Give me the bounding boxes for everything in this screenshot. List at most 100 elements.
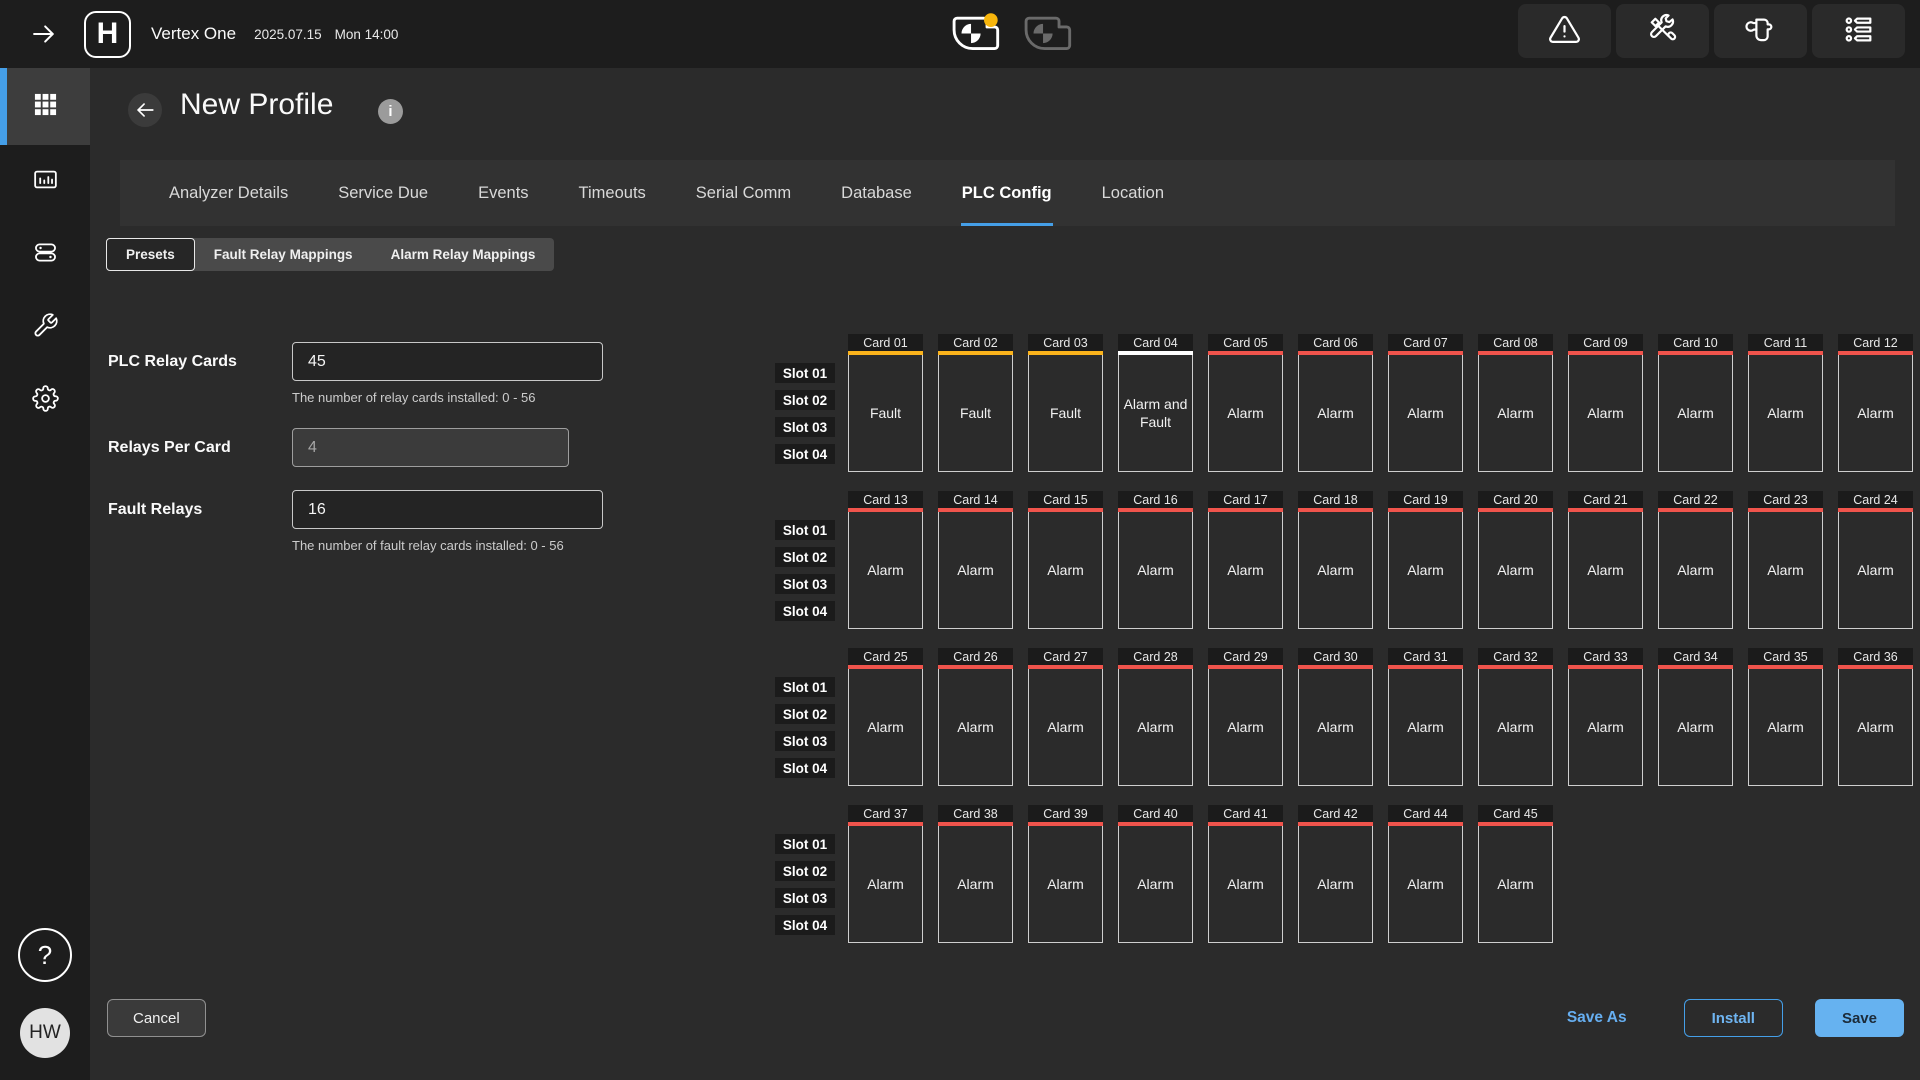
card-39[interactable]: Card 39Alarm [1028, 805, 1103, 943]
card-title: Card 18 [1298, 491, 1373, 508]
card-17[interactable]: Card 17Alarm [1208, 491, 1283, 629]
card-27[interactable]: Card 27Alarm [1028, 648, 1103, 786]
card-10[interactable]: Card 10Alarm [1658, 334, 1733, 472]
expand-menu-arrow-icon[interactable] [30, 20, 58, 48]
sidebar-item-relays[interactable] [0, 218, 90, 291]
card-19[interactable]: Card 19Alarm [1388, 491, 1463, 629]
subtab-fault-relay-mappings[interactable]: Fault Relay Mappings [195, 238, 372, 271]
sidebar-item-settings[interactable] [0, 364, 90, 437]
card-23[interactable]: Card 23Alarm [1748, 491, 1823, 629]
service-button[interactable] [1714, 4, 1807, 58]
sidebar-item-analytics[interactable] [0, 145, 90, 218]
honeywell-logo[interactable]: H [84, 11, 131, 58]
card-14[interactable]: Card 14 Alarm [938, 491, 1013, 629]
tab-events[interactable]: Events [477, 160, 529, 226]
subtab-presets[interactable]: Presets [106, 238, 195, 271]
back-button[interactable] [128, 93, 162, 127]
save-as-button[interactable]: Save As [1567, 1009, 1627, 1027]
slot-label: Slot 04 [775, 444, 835, 464]
card-33[interactable]: Card 33Alarm [1568, 648, 1643, 786]
card-type-label: Alarm [1748, 355, 1823, 472]
card-36[interactable]: Card 36Alarm [1838, 648, 1913, 786]
wrench-icon [32, 312, 59, 344]
tab-serial-comm[interactable]: Serial Comm [695, 160, 792, 226]
card-04[interactable]: Card 04Alarm and Fault [1118, 334, 1193, 472]
card-44[interactable]: Card 44Alarm [1388, 805, 1463, 943]
card-18[interactable]: Card 18Alarm [1298, 491, 1373, 629]
status-list-button[interactable] [1812, 4, 1905, 58]
tools-button[interactable] [1616, 4, 1709, 58]
card-41[interactable]: Card 41Alarm [1208, 805, 1283, 943]
sidebar-item-maintenance[interactable] [0, 291, 90, 364]
card-22[interactable]: Card 22Alarm [1658, 491, 1733, 629]
card-28[interactable]: Card 28Alarm [1118, 648, 1193, 786]
card-32[interactable]: Card 32Alarm [1478, 648, 1553, 786]
slot-label: Slot 04 [775, 758, 835, 778]
card-08[interactable]: Card 08 Alarm [1478, 334, 1553, 472]
slot-label: Slot 02 [775, 547, 835, 567]
card-type-label: Alarm [938, 669, 1013, 786]
card-11[interactable]: Card 11Alarm [1748, 334, 1823, 472]
card-title: Card 14 [938, 491, 1013, 508]
card-40[interactable]: Card 40 Alarm [1118, 805, 1193, 943]
analyzer-active-icon[interactable] [948, 13, 1005, 54]
card-15[interactable]: Card 15Alarm [1028, 491, 1103, 629]
card-01[interactable]: Card 01Fault [848, 334, 923, 472]
card-35[interactable]: Card 35Alarm [1748, 648, 1823, 786]
card-13[interactable]: Card 13Alarm [848, 491, 923, 629]
card-42[interactable]: Card 42Alarm [1298, 805, 1373, 943]
card-16[interactable]: Card 16Alarm [1118, 491, 1193, 629]
card-title: Card 24 [1838, 491, 1913, 508]
card-title: Card 40 [1118, 805, 1193, 822]
card-title: Card 45 [1478, 805, 1553, 822]
card-title: Card 08 [1478, 334, 1553, 351]
card-37[interactable]: Card 37Alarm [848, 805, 923, 943]
card-03[interactable]: Card 03Fault [1028, 334, 1103, 472]
subtab-alarm-relay-mappings[interactable]: Alarm Relay Mappings [372, 238, 555, 271]
analyzer-inactive-icon[interactable] [1020, 13, 1077, 54]
tab-location[interactable]: Location [1101, 160, 1165, 226]
card-12[interactable]: Card 12Alarm [1838, 334, 1913, 472]
bar-chart-icon [32, 166, 59, 198]
save-button[interactable]: Save [1815, 999, 1904, 1037]
install-button[interactable]: Install [1684, 999, 1783, 1037]
avatar[interactable]: HW [20, 1008, 70, 1058]
plc-relay-cards-input[interactable] [292, 342, 603, 381]
tab-database[interactable]: Database [840, 160, 913, 226]
card-06[interactable]: Card 06Alarm [1298, 334, 1373, 472]
card-45[interactable]: Card 45Alarm [1478, 805, 1553, 943]
info-icon[interactable]: i [378, 99, 403, 124]
card-20[interactable]: Card 20Alarm [1478, 491, 1553, 629]
card-07[interactable]: Card 07Alarm [1388, 334, 1463, 472]
card-type-label: Alarm [1118, 826, 1193, 943]
card-09[interactable]: Card 09Alarm [1568, 334, 1643, 472]
fault-relays-input[interactable] [292, 490, 603, 529]
card-type-label: Alarm [1478, 355, 1553, 472]
tab-plc-config[interactable]: PLC Config [961, 160, 1053, 226]
card-21[interactable]: Card 21Alarm [1568, 491, 1643, 629]
card-title: Card 01 [848, 334, 923, 351]
card-26[interactable]: Card 26Alarm [938, 648, 1013, 786]
card-34[interactable]: Card 34Alarm [1658, 648, 1733, 786]
help-icon[interactable]: ? [18, 928, 72, 982]
tab-timeouts[interactable]: Timeouts [578, 160, 647, 226]
card-type-label: Alarm [1028, 669, 1103, 786]
card-type-label: Alarm [1478, 669, 1553, 786]
sidebar-item-apps[interactable] [0, 68, 90, 145]
tab-service-due[interactable]: Service Due [337, 160, 429, 226]
alarms-button[interactable] [1518, 4, 1611, 58]
card-type-label: Alarm [1658, 669, 1733, 786]
card-25[interactable]: Card 25Alarm [848, 648, 923, 786]
card-type-label: Fault [938, 355, 1013, 472]
card-38[interactable]: Card 38Alarm [938, 805, 1013, 943]
card-29[interactable]: Card 29Alarm [1208, 648, 1283, 786]
card-type-label: Alarm [938, 512, 1013, 629]
card-02[interactable]: Card 02Fault [938, 334, 1013, 472]
card-24[interactable]: Card 24Alarm [1838, 491, 1913, 629]
card-31[interactable]: Card 31Alarm [1388, 648, 1463, 786]
tab-analyzer-details[interactable]: Analyzer Details [168, 160, 289, 226]
card-30[interactable]: Card 30Alarm [1298, 648, 1373, 786]
card-05[interactable]: Card 05Alarm [1208, 334, 1283, 472]
cancel-button[interactable]: Cancel [107, 999, 206, 1037]
time-text: Mon 14:00 [335, 27, 399, 42]
